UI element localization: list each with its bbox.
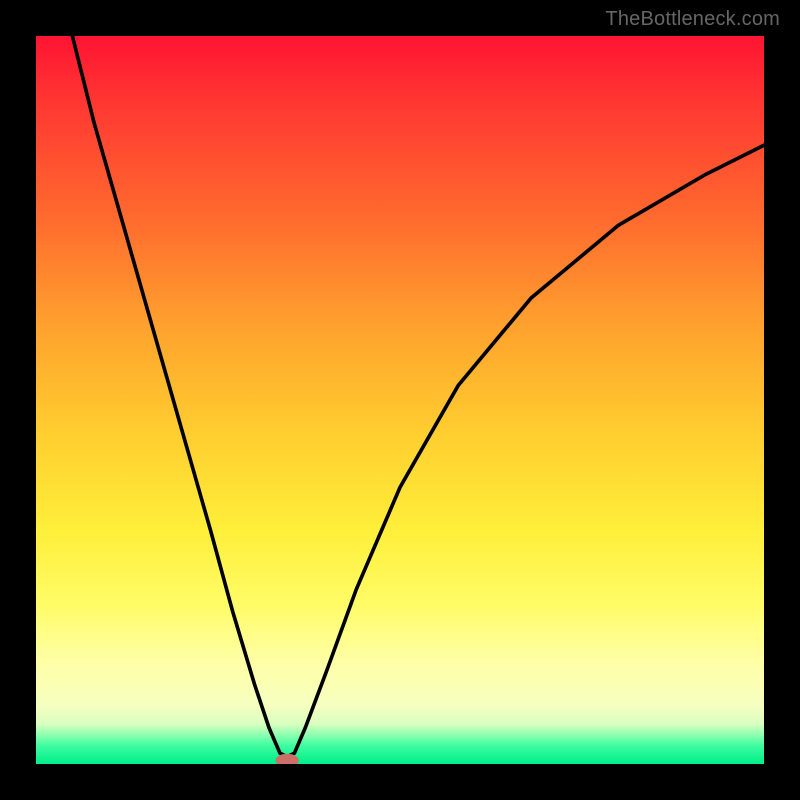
chart-frame: TheBottleneck.com [0, 0, 800, 800]
attribution-label: TheBottleneck.com [605, 8, 780, 31]
curve-layer [36, 36, 764, 764]
bottleneck-curve [72, 36, 764, 757]
bottleneck-optimal-marker [276, 754, 299, 764]
plot-area [36, 36, 764, 764]
